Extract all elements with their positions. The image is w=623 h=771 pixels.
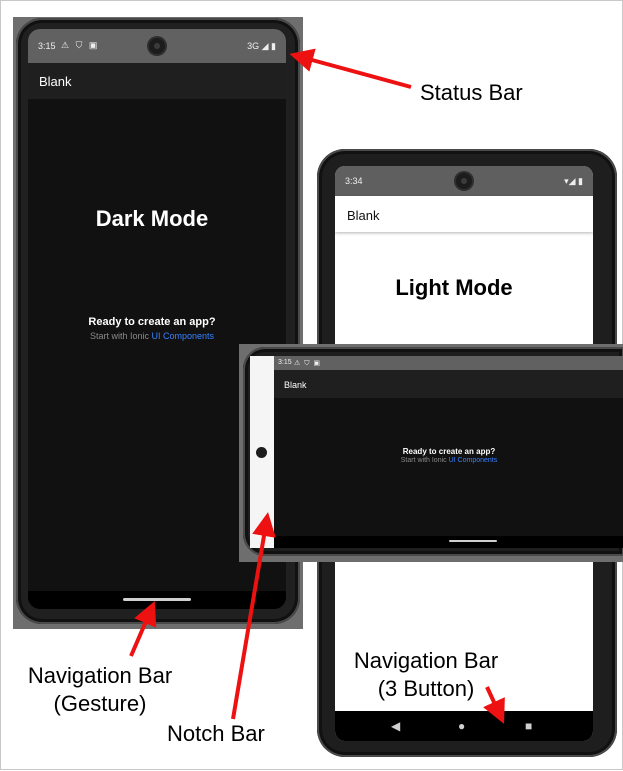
status-bar-arrow	[289, 48, 412, 89]
navigation-bar-gesture-label: Navigation Bar (Gesture)	[15, 662, 185, 718]
annotation-arrows	[129, 48, 505, 724]
nav-3button-label-line2: (3 Button)	[377, 676, 475, 701]
nav-gesture-label-line1: Navigation Bar	[27, 663, 173, 688]
figure-frame: 3:15 ⚠ ⛉ ▣ 3G ◢ ▮ Blank Dark Mode Ready …	[0, 0, 623, 770]
nav-3button-label-line1: Navigation Bar	[353, 648, 499, 673]
notch-bar-arrow	[231, 512, 276, 720]
nav-gesture-label-line2: (Gesture)	[53, 691, 147, 716]
status-bar-label: Status Bar	[420, 80, 523, 105]
gesture-nav-arrow	[129, 600, 157, 657]
navigation-bar-3-button-label: Navigation Bar (3 Button)	[341, 647, 511, 703]
notch-bar-label: Notch Bar	[167, 721, 265, 746]
